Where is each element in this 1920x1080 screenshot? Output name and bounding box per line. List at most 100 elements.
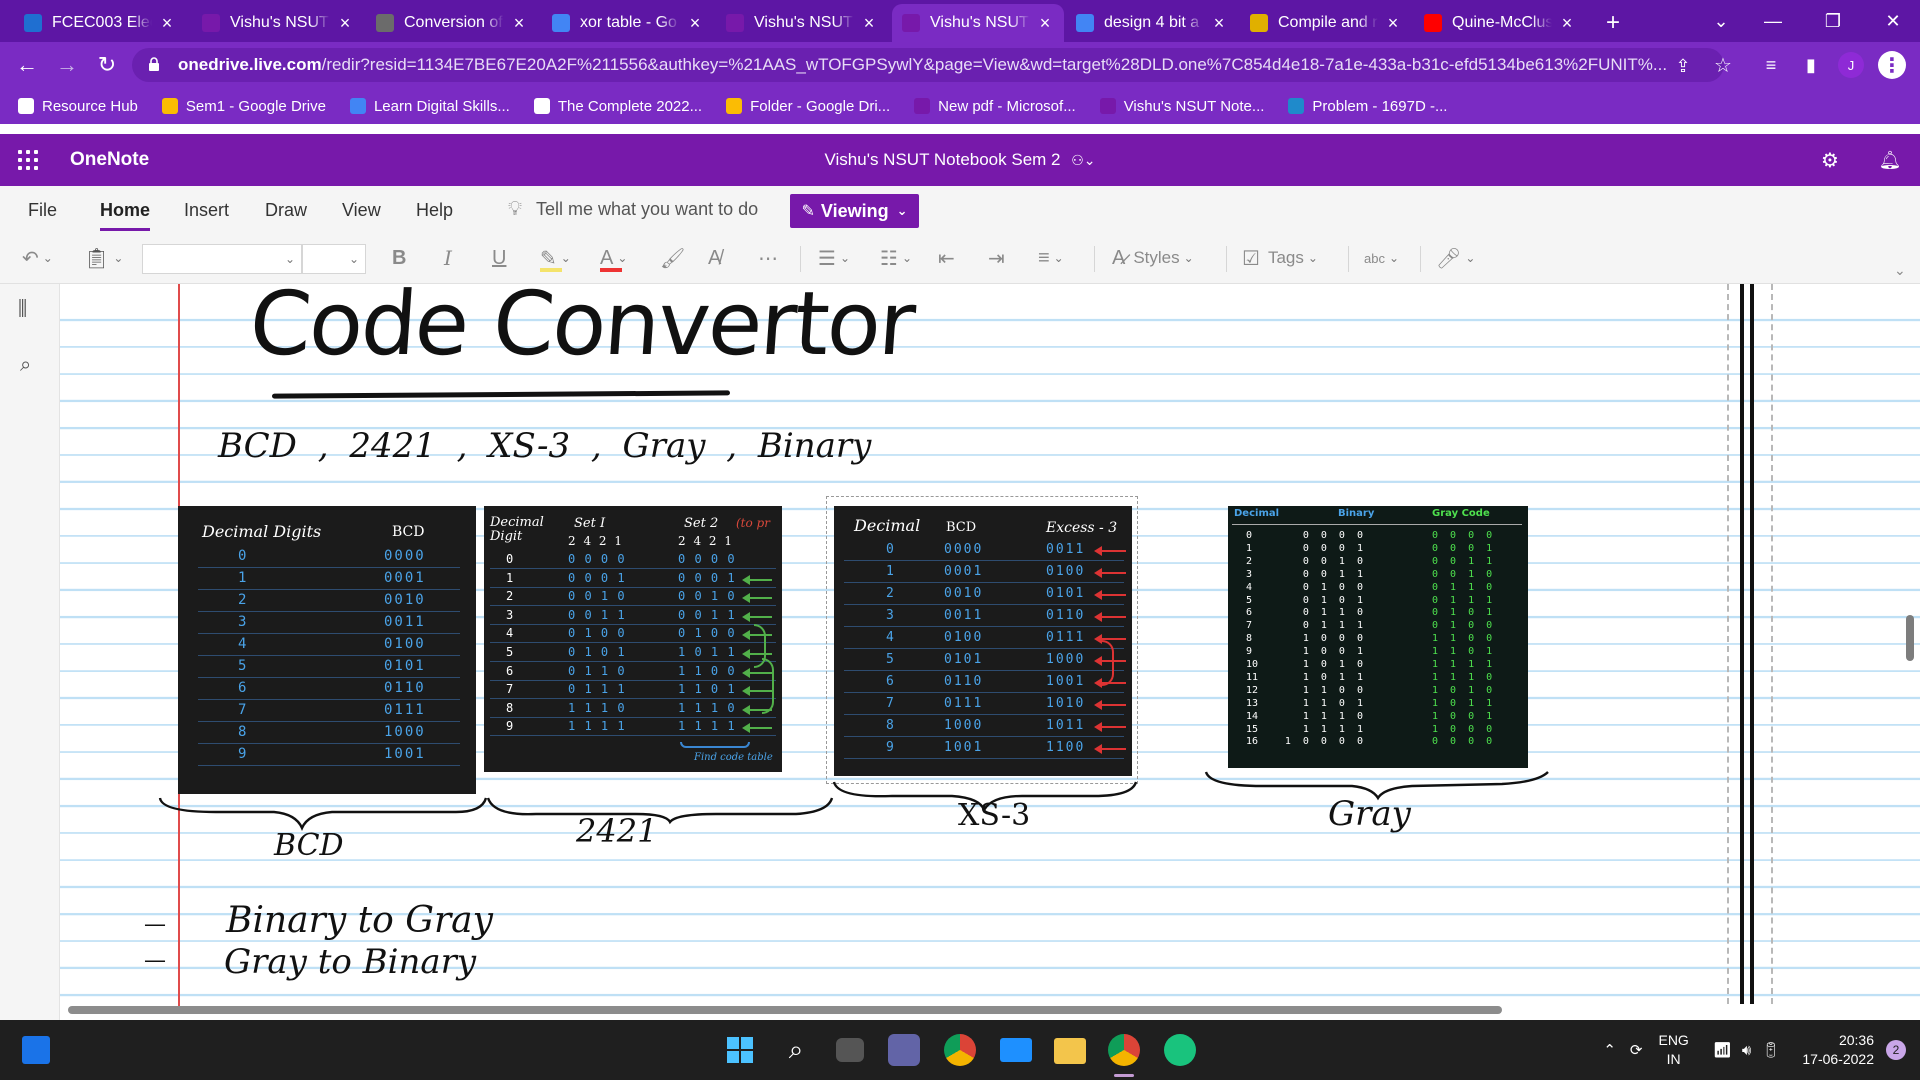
settings-gear-icon[interactable]: ⚙	[1818, 148, 1842, 172]
share-people-icon[interactable]: ⚇⌄	[1071, 152, 1095, 168]
chatgpt-app-icon[interactable]	[1164, 1034, 1196, 1066]
font-family-dropdown[interactable]: ⌄	[142, 244, 302, 274]
bookmark-item[interactable]: The Complete 2022...	[533, 98, 702, 115]
app-launcher-icon[interactable]	[18, 150, 38, 170]
bookmark-item[interactable]: Vishu's NSUT Note...	[1099, 98, 1264, 115]
browser-tab[interactable]: design 4 bit a ×	[1066, 4, 1238, 42]
widgets-icon[interactable]	[22, 1036, 50, 1064]
close-tab-icon[interactable]: ×	[1384, 13, 1402, 34]
notebooks-library-icon[interactable]: ⫼	[18, 298, 27, 321]
desktop-app-icon[interactable]	[1000, 1038, 1032, 1062]
url-bar[interactable]: onedrive.live.com/redir?resid=1134E7BE67…	[132, 48, 1724, 82]
forward-button[interactable]: →	[52, 50, 82, 80]
browser-menu-icon[interactable]: ⋮	[1878, 51, 1906, 79]
browser-tab[interactable]: Quine-McClus ×	[1414, 4, 1586, 42]
browser-tab[interactable]: FCEC003 Elect ×	[14, 4, 186, 42]
maximize-button[interactable]: ❐	[1806, 0, 1860, 42]
notification-badge[interactable]: 2	[1886, 1040, 1906, 1060]
volume-icon[interactable]: 🔊︎	[1742, 1042, 1751, 1059]
bookmark-star-icon[interactable]: ☆	[1708, 50, 1738, 80]
wifi-icon[interactable]: 📶︎	[1713, 1041, 1732, 1059]
paste-clipboard-icon[interactable]: 📋︎ ⌄	[84, 244, 123, 272]
font-size-dropdown[interactable]: ⌄	[302, 244, 366, 274]
bookmark-item[interactable]: New pdf - Microsof...	[914, 98, 1076, 115]
close-tab-icon[interactable]: ×	[1558, 13, 1576, 34]
chrome-profile-icon[interactable]	[1108, 1034, 1140, 1066]
tab-file[interactable]: File	[28, 200, 57, 221]
browser-tab[interactable]: Vishu's NSUT ×	[716, 4, 888, 42]
notification-bell-icon[interactable]: 🔔︎	[1878, 148, 1902, 172]
search-icon[interactable]: ⌕	[20, 354, 31, 377]
windows-start-icon[interactable]	[724, 1034, 756, 1066]
font-color-icon[interactable]: A ⌄	[600, 244, 627, 272]
close-window-button[interactable]: ✕	[1866, 0, 1920, 42]
increase-indent-icon[interactable]: ⇥	[988, 244, 1005, 272]
highlight-icon[interactable]: ✎ ⌄	[540, 244, 571, 272]
bookmark-item[interactable]: Resource Hub	[18, 98, 138, 115]
browser-tab[interactable]: Compile and r ×	[1240, 4, 1412, 42]
chrome-icon[interactable]	[944, 1034, 976, 1066]
sync-icon[interactable]: ⟳	[1630, 1041, 1643, 1059]
close-tab-icon[interactable]: ×	[686, 13, 704, 34]
underline-button[interactable]: U	[492, 244, 506, 272]
bookmark-item[interactable]: Problem - 1697D -...	[1288, 98, 1447, 115]
bullet-list-icon[interactable]: ☰ ⌄	[818, 244, 850, 272]
close-tab-icon[interactable]: ×	[1036, 13, 1054, 34]
share-icon[interactable]: ⇪	[1668, 51, 1698, 81]
close-tab-icon[interactable]: ×	[860, 13, 878, 34]
tab-draw[interactable]: Draw	[265, 200, 307, 221]
tab-view[interactable]: View	[342, 200, 381, 221]
tell-me-search[interactable]: 💡︎ Tell me what you want to do	[508, 198, 758, 221]
undo-icon[interactable]: ↶ ⌄	[22, 244, 53, 272]
styles-button[interactable]: A̷ Styles ⌄	[1112, 244, 1194, 272]
reload-icon[interactable]: ↻	[92, 50, 122, 80]
tab-insert[interactable]: Insert	[184, 200, 229, 221]
close-tab-icon[interactable]: ×	[510, 13, 528, 34]
spelling-button[interactable]: abc ⌄	[1364, 244, 1399, 272]
search-icon[interactable]: ⌕	[780, 1034, 812, 1066]
notebook-title[interactable]: Vishu's NSUT Notebook Sem 2	[824, 150, 1060, 169]
dictate-microphone-icon[interactable]: 🎤︎ ⌄	[1436, 244, 1475, 272]
battery-icon[interactable]: 🔋︎	[1761, 1041, 1780, 1059]
collapse-ribbon-icon[interactable]: ⌄	[1894, 256, 1906, 284]
app-name[interactable]: OneNote	[70, 149, 149, 171]
bookmark-item[interactable]: Folder - Google Dri...	[726, 98, 890, 115]
browser-tab[interactable]: Vishu's NSUT ×	[192, 4, 364, 42]
vertical-scrollbar[interactable]	[1906, 615, 1914, 661]
region-code: IN	[1666, 1051, 1681, 1067]
horizontal-scrollbar[interactable]	[68, 1006, 1502, 1014]
italic-button[interactable]: I	[444, 244, 452, 272]
decrease-indent-icon[interactable]: ⇤	[938, 244, 955, 272]
back-button[interactable]: ←	[12, 50, 42, 80]
tab-help[interactable]: Help	[416, 200, 453, 221]
format-painter-icon[interactable]: 🖌︎	[660, 244, 685, 272]
tags-button[interactable]: ☑ Tags ⌄	[1242, 244, 1318, 272]
close-tab-icon[interactable]: ×	[336, 13, 354, 34]
side-panel-icon[interactable]: ▮	[1796, 50, 1826, 80]
reading-list-icon[interactable]: ≡	[1756, 50, 1786, 80]
teams-chat-icon[interactable]	[888, 1034, 920, 1066]
bookmark-item[interactable]: Learn Digital Skills...	[349, 98, 510, 115]
clock[interactable]: 20:36 17-06-2022	[1802, 1031, 1874, 1069]
bold-button[interactable]: B	[392, 244, 406, 272]
bookmark-item[interactable]: Sem1 - Google Drive	[161, 98, 326, 115]
minimize-button[interactable]: —	[1746, 0, 1800, 42]
browser-tab[interactable]: xor table - Go ×	[542, 4, 714, 42]
show-hidden-icons-icon[interactable]: ⌃	[1603, 1041, 1616, 1059]
viewing-mode-button[interactable]: ✎ Viewing ⌄	[790, 194, 919, 228]
close-tab-icon[interactable]: ×	[1210, 13, 1228, 34]
tab-search-button[interactable]: ⌄	[1694, 0, 1748, 42]
tab-home[interactable]: Home	[100, 200, 151, 231]
browser-tab[interactable]: Vishu's NSUT ×	[892, 4, 1064, 42]
language-indicator[interactable]: ENG IN	[1658, 1031, 1688, 1069]
clear-formatting-icon[interactable]: A̸	[708, 244, 721, 272]
close-tab-icon[interactable]: ×	[158, 13, 176, 34]
new-tab-button[interactable]: +	[1596, 4, 1632, 42]
numbered-list-icon[interactable]: ☷ ⌄	[880, 244, 912, 272]
browser-tab[interactable]: Conversion of ×	[366, 4, 538, 42]
task-view-icon[interactable]	[836, 1038, 864, 1062]
file-explorer-icon[interactable]	[1054, 1038, 1086, 1064]
align-icon[interactable]: ≡ ⌄	[1038, 244, 1064, 272]
more-options-icon[interactable]: ⋯	[758, 244, 778, 272]
profile-avatar[interactable]: J	[1838, 52, 1864, 78]
